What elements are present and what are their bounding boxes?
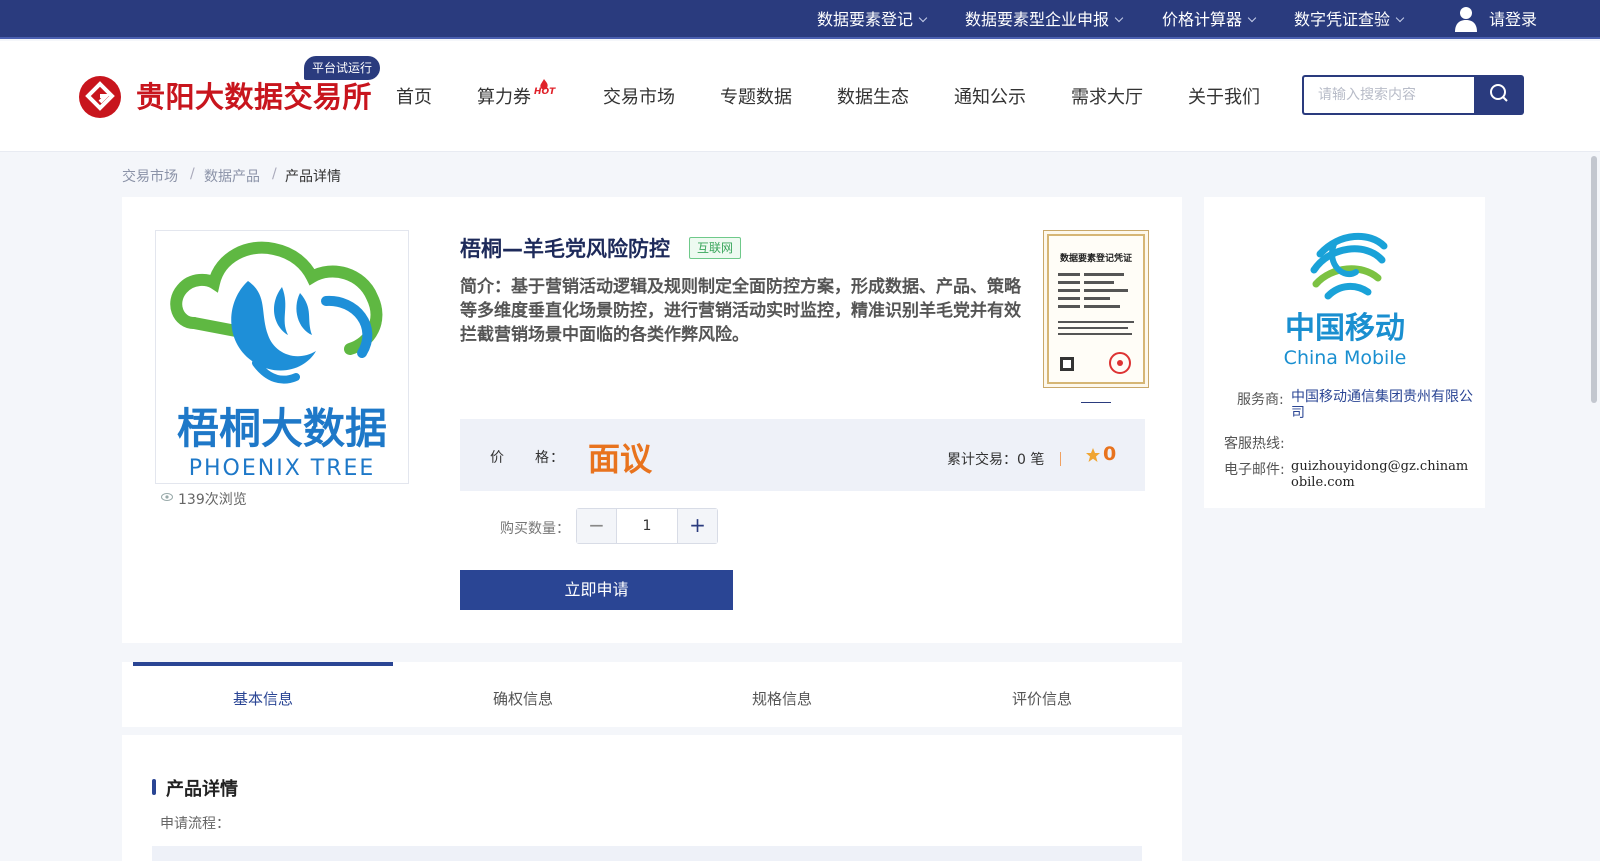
nav-data-ecosystem[interactable]: 数据生态 <box>837 83 909 109</box>
quantity-stepper: − 1 + <box>576 508 718 544</box>
topbar-link-enterprise-declaration[interactable]: 数据要素型企业申报 <box>965 0 1124 39</box>
topbar-link-certificate-check[interactable]: 数字凭证查验 <box>1294 0 1405 39</box>
registration-certificate[interactable]: 数据要素登记凭证 <box>1043 230 1149 388</box>
application-process-label: 申请流程： <box>160 816 230 832</box>
product-image: 梧桐大数据 PHOENIX TREE <box>155 230 409 484</box>
category-tag: 互联网 <box>689 237 742 259</box>
eye-icon <box>161 493 173 501</box>
tab-basic-info[interactable]: 基本信息 <box>233 688 293 709</box>
breadcrumb-current: 产品详情 <box>285 169 341 185</box>
email-label: 电子邮件: <box>1224 462 1285 478</box>
email-value[interactable]: guizhouyidong@gz.chinamobile.com <box>1291 459 1473 491</box>
cumulative-trades: 累计交易：0 笔 <box>947 452 1045 468</box>
site-logo-text[interactable]: 贵阳大数据交易所 <box>136 74 372 116</box>
product-intro: 简介：基于营销活动逻辑及规则制定全面防控方案，形成数据、产品、策略等多维度垂直化… <box>460 277 1021 345</box>
breadcrumb-data-products[interactable]: 数据产品 <box>204 166 260 186</box>
site-header: 贵阳大数据交易所 平台试运行 首页 算力券 HOT 交易市场 专题数据 数据生态… <box>0 41 1600 152</box>
certificate-image: 数据要素登记凭证 <box>1047 234 1145 384</box>
search-button[interactable] <box>1474 75 1524 115</box>
divider <box>1060 452 1061 466</box>
nav-announcements[interactable]: 通知公示 <box>954 83 1026 109</box>
nav-demand-hall[interactable]: 需求大厅 <box>1071 83 1143 109</box>
active-tab-indicator <box>133 662 393 666</box>
logo-text-en: China Mobile <box>1284 347 1407 369</box>
rating-value: 0 <box>1103 443 1117 465</box>
tab-rights-info[interactable]: 确权信息 <box>493 688 553 709</box>
login-link[interactable]: 请登录 <box>1489 0 1537 39</box>
apply-now-button[interactable]: 立即申请 <box>460 570 733 610</box>
topbar-link-price-calculator[interactable]: 价格计算器 <box>1162 0 1257 39</box>
phoenix-tree-logo: 梧桐大数据 PHOENIX TREE <box>170 241 387 481</box>
quantity-input[interactable]: 1 <box>617 509 677 543</box>
service-provider-value[interactable]: 中国移动通信集团贵州有限公司 <box>1291 389 1476 421</box>
scrollbar-thumb[interactable] <box>1591 156 1597 403</box>
nav-topic-data[interactable]: 专题数据 <box>720 83 792 109</box>
hot-badge: HOT <box>534 87 556 97</box>
increment-button[interactable]: + <box>677 509 717 543</box>
topbar-link-label: 价格计算器 <box>1162 10 1243 29</box>
top-utility-bar: 数据要素登记 数据要素型企业申报 价格计算器 数字凭证查验 请登录 <box>0 0 1600 39</box>
breadcrumb-separator: / <box>272 166 277 182</box>
user-icon[interactable] <box>1454 6 1478 32</box>
chevron-down-icon <box>1247 13 1257 23</box>
breadcrumb-trading-market[interactable]: 交易市场 <box>122 166 178 186</box>
topbar-link-data-registration[interactable]: 数据要素登记 <box>817 0 928 39</box>
search-input[interactable] <box>1304 77 1474 113</box>
certificate-title: 数据要素登记凭证 <box>1060 252 1132 264</box>
image-text-en: PHOENIX TREE <box>189 456 376 481</box>
hotline-label: 客服热线: <box>1224 436 1285 452</box>
chevron-down-icon <box>1395 13 1405 23</box>
topbar-link-label: 数据要素登记 <box>817 10 914 29</box>
image-text-cn: 梧桐大数据 <box>177 404 387 453</box>
view-count: 139次浏览 <box>178 492 247 508</box>
nav-about-us[interactable]: 关于我们 <box>1188 83 1260 109</box>
price-label: 价 格： <box>490 450 565 466</box>
breadcrumb-separator: / <box>190 166 195 182</box>
search-icon <box>1490 84 1508 102</box>
logo-text-cn: 中国移动 <box>1285 311 1405 346</box>
product-title: 梧桐—羊毛党风险防控 <box>460 237 670 261</box>
decrement-button[interactable]: − <box>577 509 617 543</box>
topbar-link-label: 数字凭证查验 <box>1294 10 1391 29</box>
beta-badge: 平台试运行 <box>304 56 381 80</box>
price-value: 面议 <box>588 440 653 478</box>
nav-trading-market[interactable]: 交易市场 <box>603 83 675 109</box>
section-accent-bar <box>152 779 156 795</box>
product-detail-section <box>122 735 1182 861</box>
tab-review-info[interactable]: 评价信息 <box>1012 688 1072 709</box>
chevron-down-icon <box>1114 13 1124 23</box>
service-provider-label: 服务商: <box>1237 392 1284 408</box>
chevron-down-icon <box>918 13 928 23</box>
china-mobile-logo: 中国移动 China Mobile <box>1284 232 1407 369</box>
quantity-label: 购买数量： <box>500 521 570 537</box>
application-process-panel <box>152 846 1142 861</box>
nav-home[interactable]: 首页 <box>396 83 432 109</box>
nav-compute-voucher[interactable]: 算力券 <box>477 83 531 109</box>
star-icon <box>1086 448 1100 462</box>
search-field <box>1302 75 1474 115</box>
section-title: 产品详情 <box>166 779 238 800</box>
certificate-carousel-indicator[interactable] <box>1081 402 1111 403</box>
topbar-link-label: 数据要素型企业申报 <box>965 10 1110 29</box>
tab-spec-info[interactable]: 规格信息 <box>752 688 812 709</box>
exchange-logo-icon[interactable] <box>79 76 121 118</box>
